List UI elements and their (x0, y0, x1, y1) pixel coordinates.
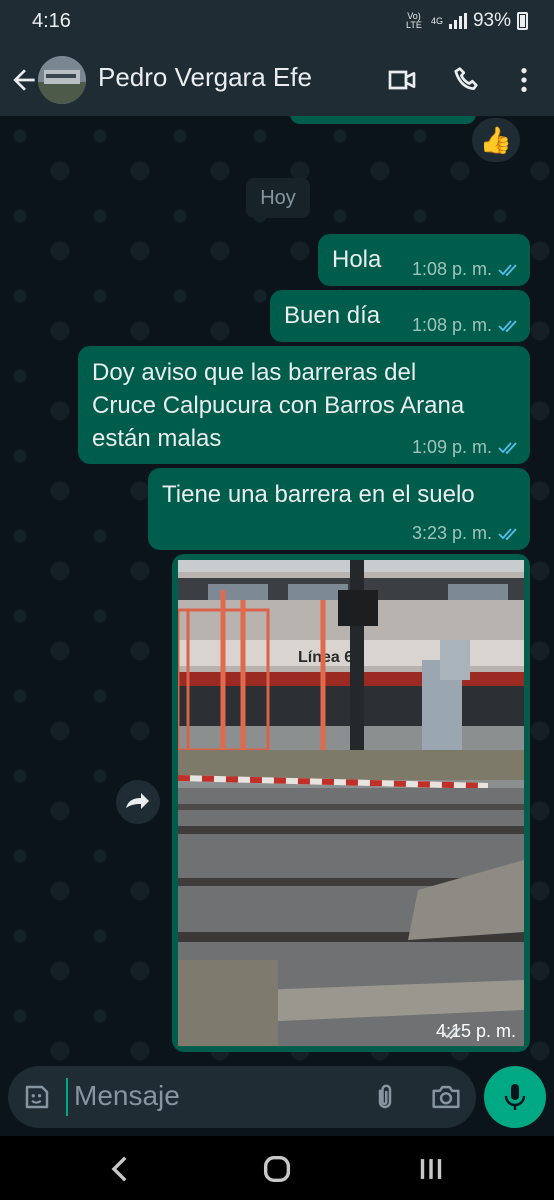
microphone-icon (504, 1084, 526, 1110)
read-ticks-icon (498, 527, 517, 540)
emoji-sticker-icon[interactable] (22, 1082, 52, 1112)
more-options-icon[interactable] (508, 64, 540, 96)
system-nav-bar (0, 1136, 554, 1200)
message-text: Buen día (284, 302, 381, 329)
message-time: 1:08 p. m. (411, 259, 492, 279)
message-time: 1:09 p. m. (411, 437, 492, 457)
nav-recents-icon[interactable] (414, 1152, 448, 1186)
message-bubble[interactable]: Doy aviso que las barreras del Cruce Cal… (78, 346, 530, 464)
nav-home-icon[interactable] (260, 1152, 294, 1186)
delivered-ticks-icon (442, 1027, 461, 1039)
message-text: Tiene una barrera en el suelo (162, 481, 475, 508)
attach-icon[interactable] (370, 1082, 400, 1112)
date-separator: Hoy (246, 178, 310, 218)
bus-sign: Línea 6 (298, 649, 353, 666)
read-ticks-icon (498, 263, 517, 276)
message-text: Hola (332, 246, 382, 273)
status-bar: 4:16 Vo) LTE 4G 93% (0, 0, 554, 44)
message-input[interactable]: Mensaje (74, 1080, 180, 1112)
message-time: 3:23 p. m. (411, 523, 492, 543)
read-ticks-icon (498, 441, 517, 454)
message-bubble[interactable]: Tiene una barrera en el suelo 3:23 p. m. (148, 468, 530, 550)
message-line: Doy aviso que las barreras del (92, 359, 417, 386)
voice-call-icon[interactable] (451, 64, 483, 96)
message-text: Doy aviso que las barreras del Cruce Cal… (92, 356, 464, 455)
video-call-icon[interactable] (386, 64, 418, 96)
avatar-image (38, 56, 86, 104)
forward-button[interactable] (116, 780, 160, 824)
text-cursor (66, 1078, 68, 1116)
chat-header: Pedro Vergara Efe (0, 44, 554, 116)
read-ticks-icon (498, 319, 517, 332)
nav-back-icon[interactable] (104, 1152, 138, 1186)
back-arrow-icon[interactable] (8, 64, 40, 96)
image-message[interactable]: Línea 6 4:15 p. m. (172, 554, 530, 1052)
message-meta: 4:15 p. m. (436, 1021, 516, 1042)
railway-crossing-photo[interactable]: Línea 6 (178, 560, 524, 1046)
signal-icon (448, 13, 467, 29)
battery-percent: 93% (472, 10, 511, 31)
status-time: 4:16 (32, 10, 71, 32)
volte-indicator: Vo) LTE (406, 11, 422, 30)
message-meta: 3:23 p. m. (412, 523, 520, 544)
message-line: están malas (92, 425, 222, 452)
forward-icon (126, 793, 149, 809)
camera-icon[interactable] (430, 1082, 462, 1112)
message-bubble[interactable]: Buen día 1:08 p. m. (270, 290, 530, 342)
previous-message-bubble[interactable] (290, 116, 476, 124)
message-meta: 1:09 p. m. (412, 437, 520, 458)
message-bubble[interactable]: Hola 1:08 p. m. (318, 234, 530, 286)
voice-message-button[interactable] (484, 1066, 546, 1128)
battery-icon (517, 12, 528, 30)
reaction-badge[interactable]: 👍 (472, 118, 520, 162)
message-meta: 1:08 p. m. (412, 259, 520, 280)
status-indicators: Vo) LTE 4G 93% (403, 10, 528, 32)
contact-name[interactable]: Pedro Vergara Efe (98, 62, 312, 93)
chat-area[interactable]: 👍 Hoy Hola 1:08 p. m. Buen día 1:08 p. m… (0, 116, 554, 1064)
message-time: 1:08 p. m. (411, 315, 492, 335)
avatar[interactable] (38, 56, 86, 104)
message-composer[interactable]: Mensaje (8, 1066, 476, 1128)
network-type: 4G (430, 15, 443, 26)
message-line: Cruce Calpucura con Barros Arana (92, 392, 465, 419)
message-meta: 1:08 p. m. (412, 315, 520, 336)
